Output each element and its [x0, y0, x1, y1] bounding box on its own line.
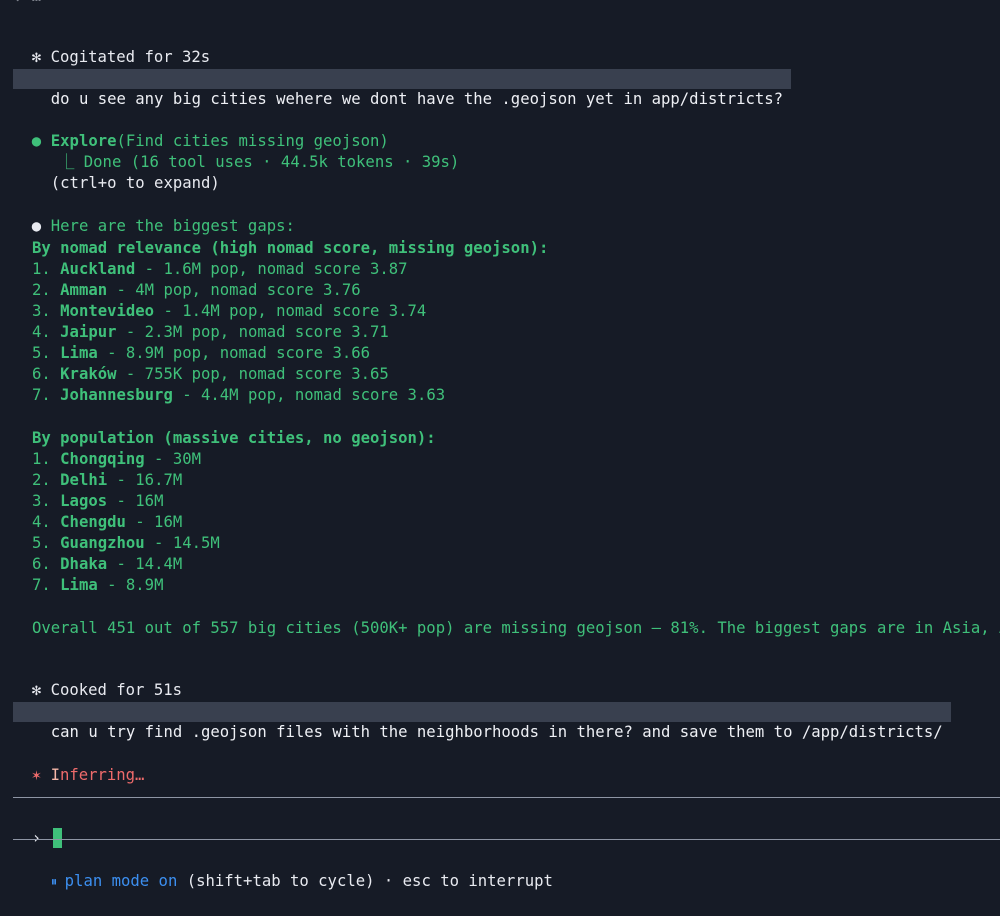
explore-tool-result: ⎿ Done (16 tool uses · 44.5k tokens · 39…: [40, 132, 460, 171]
status-cooked: ✻ Cooked for 51s: [13, 660, 182, 699]
expand-hint[interactable]: (ctrl+o to expand): [13, 153, 220, 192]
prompt-input[interactable]: ›: [13, 808, 63, 848]
status-cooked-text: Cooked for 51s: [50, 681, 182, 699]
input-top-border: [13, 797, 1000, 798]
mode-hint: (shift+tab to cycle) · esc to interrupt: [177, 872, 553, 890]
list-item: 5. Guangzhou - 14.5M: [32, 534, 220, 552]
list-item: 3. Montevideo - 1.4M pop, nomad score 3.…: [32, 302, 427, 320]
inferring-first-letter: I: [50, 766, 60, 784]
list-item: 7. Lima - 8.9M: [32, 576, 164, 594]
expand-hint-text: (ctrl+o to expand): [50, 174, 220, 192]
list-item: 5. Lima - 8.9M pop, nomad score 3.66: [32, 344, 370, 362]
list-item: 7. Johannesburg - 4.4M pop, nomad score …: [32, 386, 446, 404]
text-cursor: [53, 828, 63, 848]
explore-tool-call[interactable]: ● Explore(Find cities missing geojson): [13, 111, 389, 150]
input-bottom-border: [13, 839, 1000, 840]
section-heading-nomad: By nomad relevance (high nomad score, mi…: [32, 239, 549, 257]
inferring-status: ✶ Inferring…: [13, 745, 145, 784]
inferring-text: nferring…: [59, 766, 145, 784]
list-item: 4. Jaipur - 2.3M pop, nomad score 3.71: [32, 323, 389, 341]
list-item: 2. Amman - 4M pop, nomad score 3.76: [32, 281, 361, 299]
user-prompt-1-text: do u see any big cities wehere we dont h…: [50, 90, 784, 108]
pause-icon: ⏸: [50, 875, 57, 890]
list-item: 6. Dhaka - 14.4M: [32, 555, 183, 573]
response-bullet-icon: ●: [31, 217, 42, 235]
summary-text: Overall 451 out of 557 big cities (500K+…: [32, 619, 1000, 637]
user-prompt-2: can u try find .geojson files with the n…: [13, 702, 951, 741]
user-prompt-2-text: can u try find .geojson files with the n…: [50, 723, 943, 741]
user-prompt-1: do u see any big cities wehere we dont h…: [13, 69, 792, 108]
asterisk-icon: ✻: [31, 48, 42, 66]
list-item: 1. Auckland - 1.6M pop, nomad score 3.87: [32, 260, 408, 278]
list-item: 3. Lagos - 16M: [32, 492, 164, 510]
section-heading-population: By population (massive cities, no geojso…: [32, 429, 436, 447]
response-intro: ● Here are the biggest gaps:: [13, 196, 295, 235]
status-cogitated-text: Cogitated for 32s: [50, 48, 211, 66]
response-intro-text: Here are the biggest gaps:: [50, 217, 295, 235]
status-cogitated: ✻ Cogitated for 32s: [13, 27, 210, 66]
list-item: 6. Kraków - 755K pop, nomad score 3.65: [32, 365, 389, 383]
list-item: 1. Chongqing - 30M: [32, 450, 202, 468]
plan-mode-label[interactable]: plan mode on: [65, 872, 178, 890]
list-item: 2. Delhi - 16.7M: [32, 471, 183, 489]
prompt-chevron-icon: ›: [31, 829, 42, 847]
mode-footer: ⏸ plan mode on (shift+tab to cycle) · es…: [32, 851, 553, 890]
spinner-icon: ✶: [31, 766, 42, 784]
truncated-previous-line: ✻ …: [13, 0, 41, 6]
asterisk-icon: ✻: [31, 681, 42, 699]
list-item: 4. Chengdu - 16M: [32, 513, 183, 531]
